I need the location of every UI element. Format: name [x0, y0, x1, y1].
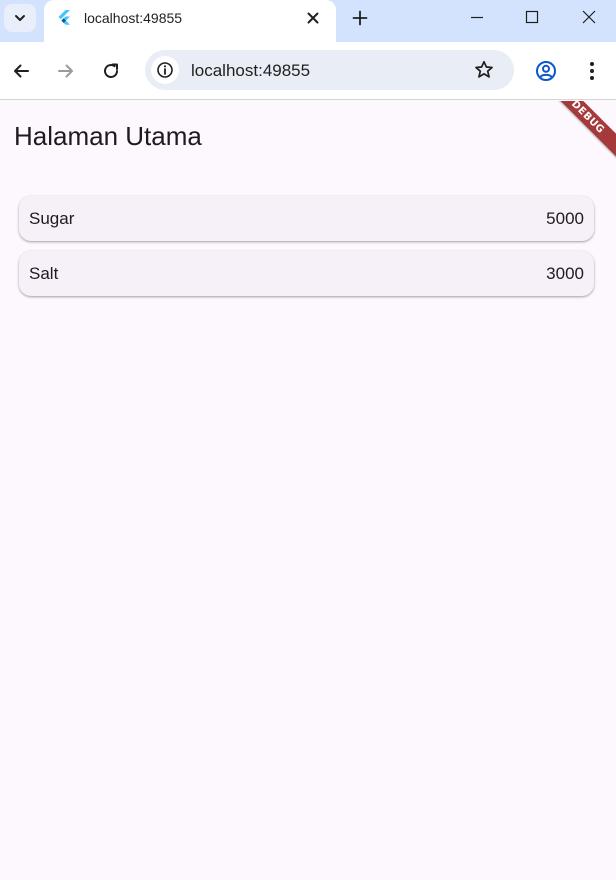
- browser-toolbar: localhost:49855: [0, 42, 616, 100]
- flutter-icon: [58, 10, 70, 25]
- close-icon: [582, 10, 596, 24]
- browser-menu-button[interactable]: [576, 55, 608, 87]
- tab-search-button[interactable]: [4, 4, 36, 32]
- star-icon: [475, 60, 493, 78]
- app-viewport: Halaman Utama Sugar 5000 Salt 3000 DEBUG: [0, 101, 616, 880]
- profile-button[interactable]: [530, 55, 562, 87]
- item-name: Salt: [29, 264, 59, 283]
- list-item[interactable]: Salt 3000: [19, 251, 594, 296]
- tab-title: localhost:49855: [84, 10, 183, 26]
- item-price: 3000: [546, 264, 584, 283]
- arrow-right-icon: [58, 64, 73, 78]
- debug-banner: DEBUG: [532, 101, 616, 173]
- new-tab-button[interactable]: [346, 5, 374, 31]
- url-text[interactable]: localhost:49855: [191, 61, 310, 81]
- info-icon: [157, 62, 173, 78]
- arrow-left-icon: [14, 64, 29, 78]
- bookmark-button[interactable]: [470, 56, 498, 84]
- item-name: Sugar: [29, 209, 75, 228]
- tab-close-button[interactable]: [302, 7, 324, 29]
- debug-banner-label: DEBUG: [569, 101, 607, 136]
- chevron-down-icon: [15, 15, 25, 21]
- minimize-icon: [471, 16, 483, 19]
- maximize-button[interactable]: [504, 0, 560, 34]
- reload-button[interactable]: [95, 55, 127, 87]
- item-list: Sugar 5000 Salt 3000: [19, 196, 594, 306]
- window-close-button[interactable]: [561, 0, 616, 34]
- list-item[interactable]: Sugar 5000: [19, 196, 594, 241]
- account-icon: [536, 61, 556, 81]
- address-bar[interactable]: localhost:49855: [145, 50, 514, 90]
- site-info-button[interactable]: [151, 56, 179, 84]
- kebab-menu-icon: [590, 62, 594, 80]
- tab-strip: localhost:49855: [0, 0, 616, 42]
- browser-tab[interactable]: localhost:49855: [44, 0, 336, 42]
- page-title: Halaman Utama: [14, 121, 202, 151]
- plus-icon: [352, 10, 368, 26]
- reload-icon: [104, 63, 118, 78]
- forward-button[interactable]: [50, 55, 82, 87]
- item-price: 5000: [546, 209, 584, 228]
- maximize-icon: [525, 10, 539, 24]
- close-icon: [307, 12, 319, 24]
- back-button[interactable]: [5, 55, 37, 87]
- minimize-button[interactable]: [449, 0, 505, 34]
